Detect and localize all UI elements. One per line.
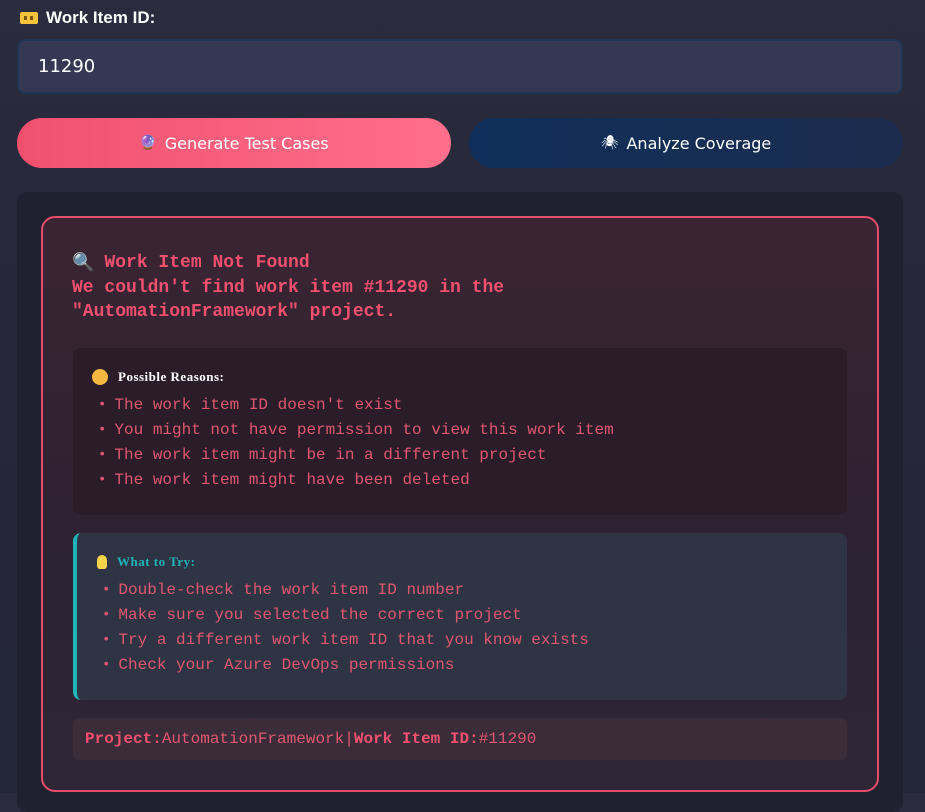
tip-item: Try a different work item ID that you kn… xyxy=(102,628,588,653)
what-to-try-heading-text: What to Try: xyxy=(117,554,196,569)
project-value: AutomationFramework xyxy=(161,730,345,748)
possible-reasons-list: The work item ID doesn't exist You might… xyxy=(98,393,614,493)
tip-item: Double-check the work item ID number xyxy=(102,578,589,603)
error-message: We couldn't find work item #11290 in the… xyxy=(72,276,632,324)
work-item-id-label-text: Work Item ID: xyxy=(46,8,156,27)
lightbulb-icon xyxy=(97,555,107,569)
project-label: Project: xyxy=(85,730,162,748)
error-title-text: Work Item Not Found xyxy=(104,252,310,273)
possible-reasons-heading-text: Possible Reasons: xyxy=(118,369,225,384)
work-item-id-input[interactable] xyxy=(17,39,903,94)
reason-item: The work item might have been deleted xyxy=(98,468,614,493)
reason-item: You might not have permission to view th… xyxy=(98,418,613,443)
tip-item: Make sure you selected the correct proje… xyxy=(102,603,589,628)
work-item-id-info-value: #11290 xyxy=(478,730,537,748)
project-info-bar: Project: AutomationFramework | Work Item… xyxy=(73,718,847,760)
crystal-ball-icon: 🔮 xyxy=(139,135,157,151)
reason-item: The work item ID doesn't exist xyxy=(98,393,614,418)
reason-item: The work item might be in a different pr… xyxy=(98,443,614,468)
thinking-face-icon xyxy=(92,369,108,385)
possible-reasons-heading: Possible Reasons: xyxy=(92,369,224,385)
error-message-line-1: We couldn't find work item #11290 in the xyxy=(72,278,505,298)
ticket-icon xyxy=(20,12,38,24)
what-to-try-list: Double-check the work item ID number Mak… xyxy=(102,578,589,678)
generate-test-cases-button[interactable]: 🔮 Generate Test Cases xyxy=(17,118,451,168)
error-title: 🔍 Work Item Not Found xyxy=(72,252,310,273)
analyze-coverage-button[interactable]: 🕷 Analyze Coverage xyxy=(469,118,903,168)
analyze-coverage-label: Analyze Coverage xyxy=(626,133,772,153)
error-message-line-2: "AutomationFramework" project. xyxy=(72,302,397,322)
info-separator: | xyxy=(344,730,354,748)
work-item-id-label: Work Item ID: xyxy=(20,8,155,28)
tip-item: Check your Azure DevOps permissions xyxy=(102,653,589,678)
magnifier-icon: 🔍 xyxy=(72,252,95,273)
work-item-id-info-label: Work Item ID: xyxy=(353,730,479,748)
spider-icon: 🕷 xyxy=(600,135,619,151)
what-to-try-heading: What to Try: xyxy=(97,554,195,570)
generate-test-cases-label: Generate Test Cases xyxy=(164,133,329,153)
